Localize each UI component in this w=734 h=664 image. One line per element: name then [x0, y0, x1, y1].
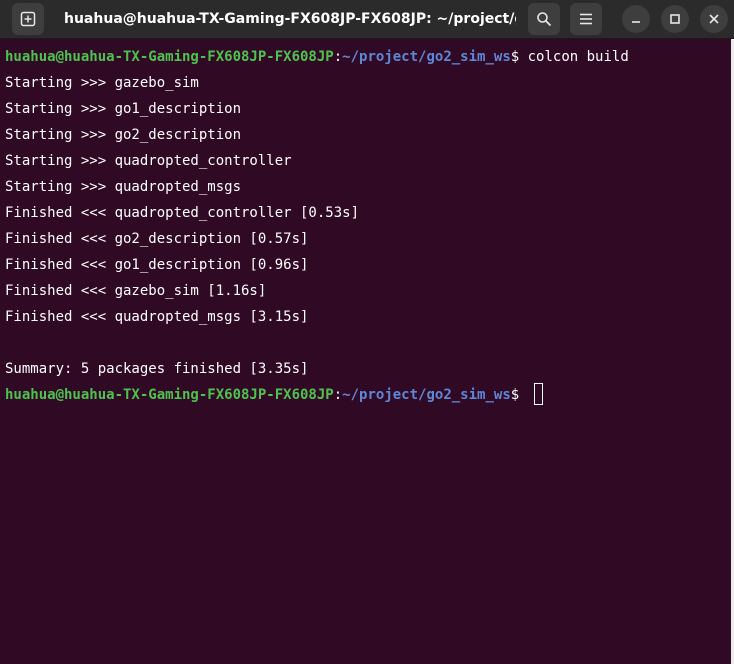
new-tab-button[interactable]	[12, 3, 44, 35]
terminal-output[interactable]: huahua@huahua-TX-Gaming-FX608JP-FX608JP:…	[5, 44, 730, 408]
output-line: Starting >>> quadropted_msgs	[5, 179, 242, 195]
output-line: Starting >>> go2_description	[5, 127, 242, 143]
search-icon	[537, 12, 552, 27]
title-bar[interactable]: huahua@huahua-TX-Gaming-FX608JP-FX608JP:…	[0, 0, 734, 39]
prompt-symbol: $	[510, 387, 528, 403]
new-tab-icon	[20, 11, 36, 27]
menu-button[interactable]	[570, 3, 602, 35]
output-line: Finished <<< quadropted_msgs [3.15s]	[5, 309, 309, 325]
window-title: huahua@huahua-TX-Gaming-FX608JP-FX608JP:…	[64, 11, 516, 27]
active-prompt-line[interactable]: huahua@huahua-TX-Gaming-FX608JP-FX608JP:…	[5, 382, 730, 408]
output-line: Finished <<< go1_description [0.96s]	[5, 257, 309, 273]
prompt-separator: :	[333, 387, 343, 403]
command-text: colcon build	[527, 49, 629, 65]
prompt-user-host: huahua@huahua-TX-Gaming-FX608JP-FX608JP	[5, 387, 334, 403]
search-button[interactable]	[528, 3, 560, 35]
output-line: Starting >>> gazebo_sim	[5, 75, 199, 91]
command-line: huahua@huahua-TX-Gaming-FX608JP-FX608JP:…	[5, 44, 730, 70]
close-button[interactable]	[700, 5, 728, 33]
summary-line: Summary: 5 packages finished [3.35s]	[5, 361, 309, 377]
minimize-button[interactable]	[622, 5, 650, 33]
output-line: Finished <<< go2_description [0.57s]	[5, 231, 309, 247]
maximize-icon	[670, 14, 680, 24]
maximize-button[interactable]	[661, 5, 689, 33]
output-line: Finished <<< quadropted_controller [0.53…	[5, 205, 360, 221]
prompt-user-host: huahua@huahua-TX-Gaming-FX608JP-FX608JP	[5, 49, 334, 65]
output-line: Starting >>> go1_description	[5, 101, 242, 117]
output-line: Starting >>> quadropted_controller	[5, 153, 292, 169]
hamburger-menu-icon	[580, 13, 592, 25]
prompt-symbol: $	[510, 49, 528, 65]
minimize-icon	[632, 21, 640, 23]
prompt-path: ~/project/go2_sim_ws	[342, 49, 511, 65]
prompt-separator: :	[333, 49, 343, 65]
prompt-path: ~/project/go2_sim_ws	[342, 387, 511, 403]
text-cursor	[533, 382, 543, 405]
output-line: Finished <<< gazebo_sim [1.16s]	[5, 283, 267, 299]
close-icon	[709, 14, 719, 24]
terminal-window: huahua@huahua-TX-Gaming-FX608JP-FX608JP:…	[0, 0, 734, 664]
